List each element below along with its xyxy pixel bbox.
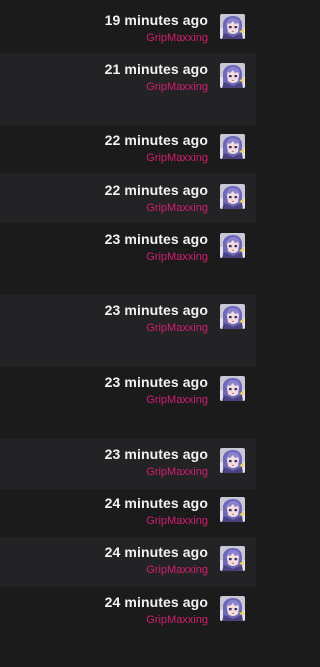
list-item[interactable]: 23 minutes ago GripMaxxing (0, 374, 256, 416)
timestamp: 22 minutes ago (104, 182, 208, 198)
anime-avatar-icon[interactable] (220, 14, 245, 39)
list-item[interactable]: 22 minutes ago GripMaxxing (0, 182, 256, 224)
username-link[interactable]: GripMaxxing (146, 393, 208, 407)
timestamp: 23 minutes ago (104, 374, 208, 390)
history-feed: 19 minutes ago GripMaxxing 21 minutes ag… (0, 0, 256, 667)
anime-avatar-icon[interactable] (220, 304, 245, 329)
username-link[interactable]: GripMaxxing (146, 151, 208, 165)
anime-avatar-icon[interactable] (220, 63, 245, 88)
username-link[interactable]: GripMaxxing (146, 201, 208, 215)
list-item[interactable]: 19 minutes ago GripMaxxing (0, 12, 256, 54)
timestamp: 22 minutes ago (104, 132, 208, 148)
list-item[interactable]: 21 minutes ago GripMaxxing (0, 61, 256, 103)
anime-avatar-icon[interactable] (220, 448, 245, 473)
timestamp: 24 minutes ago (104, 544, 208, 560)
anime-avatar-icon[interactable] (220, 233, 245, 258)
list-item[interactable]: 23 minutes ago GripMaxxing (0, 302, 256, 344)
timestamp: 21 minutes ago (104, 61, 208, 77)
anime-avatar-icon[interactable] (220, 497, 245, 522)
anime-avatar-icon[interactable] (220, 184, 245, 209)
username-link[interactable]: GripMaxxing (146, 321, 208, 335)
username-link[interactable]: GripMaxxing (146, 563, 208, 577)
anime-avatar-icon[interactable] (220, 134, 245, 159)
username-link[interactable]: GripMaxxing (146, 514, 208, 528)
timestamp: 23 minutes ago (104, 446, 208, 462)
username-link[interactable]: GripMaxxing (146, 465, 208, 479)
list-item[interactable]: 24 minutes ago GripMaxxing (0, 544, 256, 586)
username-link[interactable]: GripMaxxing (146, 31, 208, 45)
username-link[interactable]: GripMaxxing (146, 80, 208, 94)
username-link[interactable]: GripMaxxing (146, 613, 208, 627)
list-item[interactable]: 24 minutes ago GripMaxxing (0, 594, 256, 636)
username-link[interactable]: GripMaxxing (146, 250, 208, 264)
timestamp: 19 minutes ago (104, 12, 208, 28)
list-item[interactable]: 24 minutes ago GripMaxxing (0, 495, 256, 537)
timestamp: 23 minutes ago (104, 231, 208, 247)
list-item[interactable]: 23 minutes ago GripMaxxing (0, 446, 256, 488)
anime-avatar-icon[interactable] (220, 376, 245, 401)
timestamp: 24 minutes ago (104, 495, 208, 511)
anime-avatar-icon[interactable] (220, 546, 245, 571)
list-item[interactable]: 23 minutes ago GripMaxxing (0, 231, 256, 273)
list-item[interactable]: 22 minutes ago GripMaxxing (0, 132, 256, 174)
timestamp: 24 minutes ago (104, 594, 208, 610)
anime-avatar-icon[interactable] (220, 596, 245, 621)
timestamp: 23 minutes ago (104, 302, 208, 318)
